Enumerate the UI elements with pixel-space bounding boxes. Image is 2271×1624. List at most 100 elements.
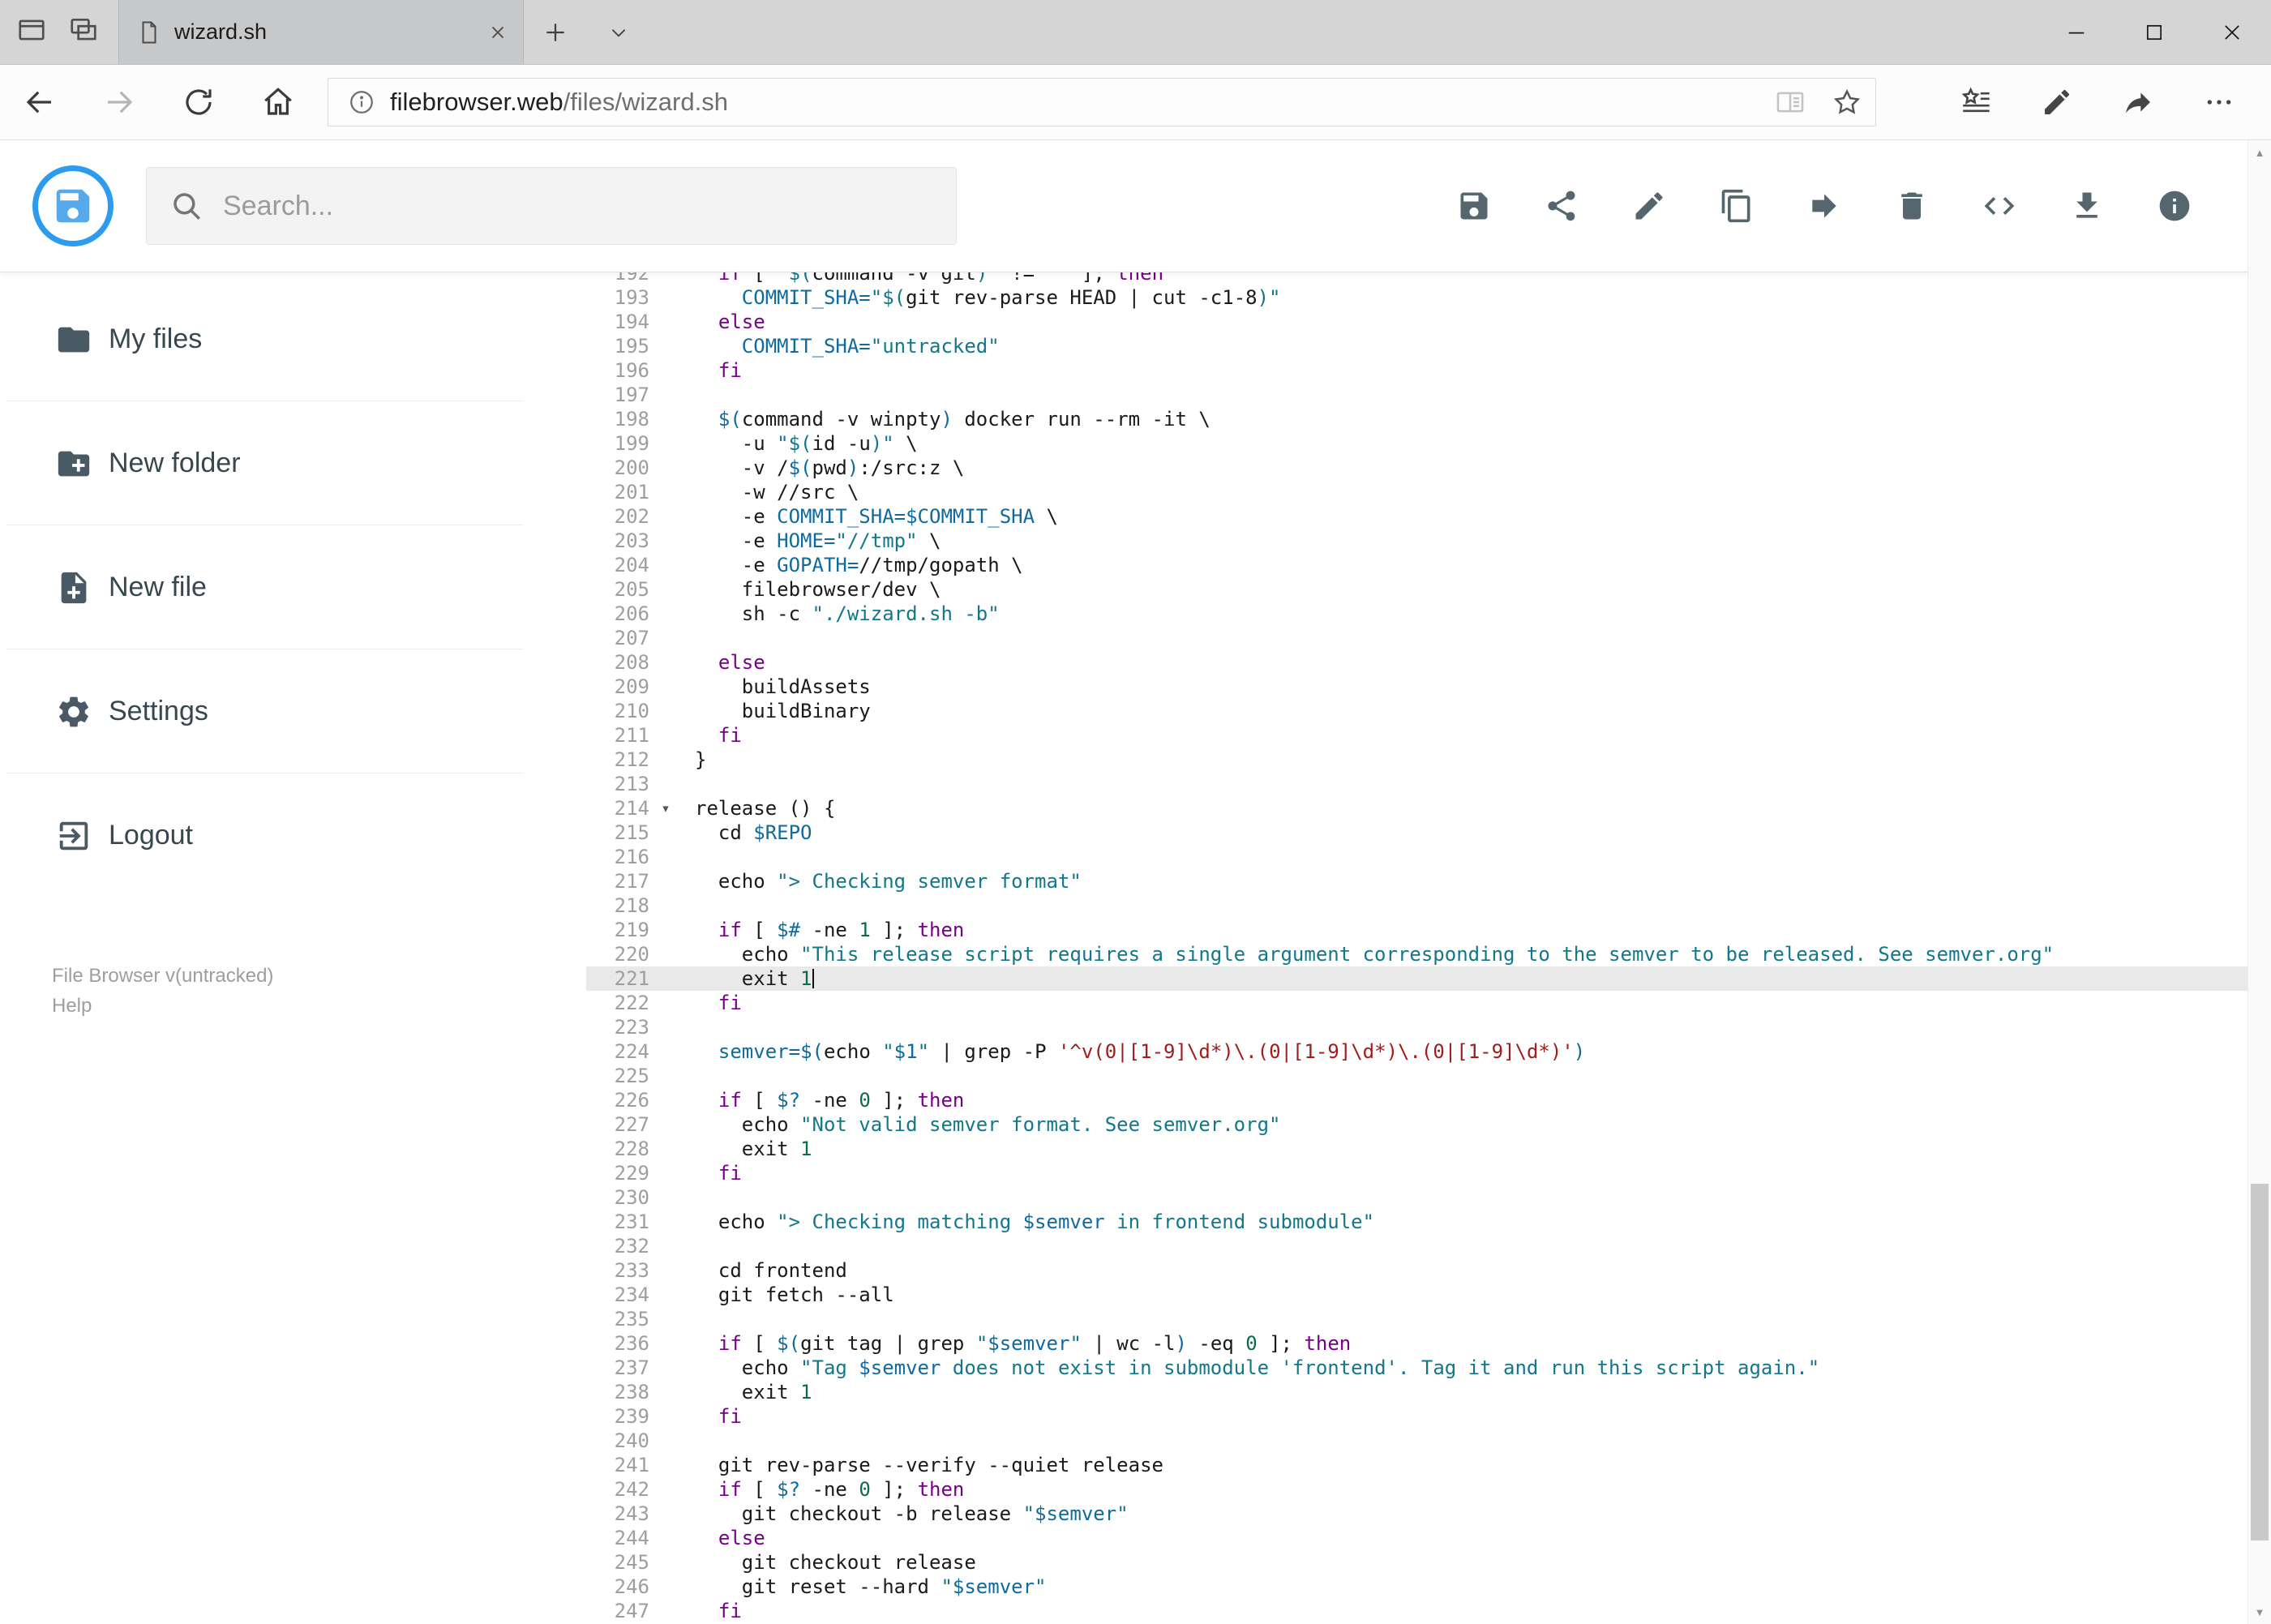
code-line[interactable]: 247 fi — [586, 1599, 2271, 1623]
close-window-button[interactable] — [2193, 0, 2271, 64]
code-line[interactable]: 219 if [ $# -ne 1 ]; then — [586, 918, 2271, 942]
fold-marker-icon[interactable]: ▾ — [654, 796, 677, 821]
new-tab-button[interactable] — [524, 0, 587, 64]
code-line[interactable]: 233 cd frontend — [586, 1258, 2271, 1283]
code-line[interactable]: 206 sh -c "./wizard.sh -b" — [586, 602, 2271, 626]
code-line[interactable]: 213 — [586, 772, 2271, 796]
copy-button[interactable] — [1718, 187, 1755, 225]
code-line[interactable]: 238 exit 1 — [586, 1380, 2271, 1404]
code-line[interactable]: 223 — [586, 1015, 2271, 1039]
code-line[interactable]: 214 ▾ release () { — [586, 796, 2271, 821]
code-line[interactable]: 228 exit 1 — [586, 1137, 2271, 1161]
sidebar-item-logout[interactable]: Logout — [0, 773, 586, 898]
home-button[interactable] — [238, 65, 318, 140]
share-page-button[interactable] — [2097, 65, 2179, 140]
code-line[interactable]: 217 echo "> Checking semver format" — [586, 869, 2271, 893]
scroll-up-arrow-icon[interactable]: ▲ — [2248, 140, 2271, 165]
code-line[interactable]: 243 git checkout -b release "$semver" — [586, 1502, 2271, 1526]
hub-favorites-button[interactable] — [1935, 65, 2016, 140]
sidebar-item-new-file[interactable]: New file — [0, 525, 586, 649]
address-bar[interactable]: filebrowser.web/files/wizard.sh — [328, 78, 1876, 126]
delete-button[interactable] — [1893, 187, 1930, 225]
code-line[interactable]: 207 — [586, 626, 2271, 650]
code-line[interactable]: 242 if [ $? -ne 0 ]; then — [586, 1477, 2271, 1502]
refresh-button[interactable] — [159, 65, 238, 140]
code-line[interactable]: 222 fi — [586, 991, 2271, 1015]
code-line[interactable]: 202 -e COMMIT_SHA=$COMMIT_SHA \ — [586, 504, 2271, 529]
code-line[interactable]: 201 -w //src \ — [586, 480, 2271, 504]
code-line[interactable]: 229 fi — [586, 1161, 2271, 1185]
save-button[interactable] — [1455, 187, 1493, 225]
code-line[interactable]: 241 git rev-parse --verify --quiet relea… — [586, 1453, 2271, 1477]
code-line[interactable]: 209 buildAssets — [586, 675, 2271, 699]
edit-button[interactable] — [1630, 187, 1668, 225]
code-line[interactable]: 221 exit 1 — [586, 966, 2271, 991]
code-line[interactable]: 235 — [586, 1307, 2271, 1331]
forward-button[interactable] — [79, 65, 159, 140]
raw-code-button[interactable] — [1981, 187, 2018, 225]
back-button[interactable] — [0, 65, 79, 140]
favorite-star-icon[interactable] — [1832, 87, 1862, 118]
tabs-set-aside-icon[interactable] — [68, 15, 99, 49]
tab-close-icon[interactable] — [487, 22, 508, 43]
code-line[interactable]: 195 COMMIT_SHA="untracked" — [586, 334, 2271, 358]
code-line[interactable]: 204 -e GOPATH=//tmp/gopath \ — [586, 553, 2271, 577]
sidebar-item-new-folder[interactable]: New folder — [0, 401, 586, 525]
code-line[interactable]: 245 git checkout release — [586, 1550, 2271, 1575]
web-note-button[interactable] — [2016, 65, 2097, 140]
code-line[interactable]: 205 filebrowser/dev \ — [586, 577, 2271, 602]
tab-list-button[interactable] — [587, 0, 650, 64]
reading-view-icon[interactable] — [1775, 87, 1806, 118]
code-line[interactable]: 194 else — [586, 310, 2271, 334]
minimize-button[interactable] — [2037, 0, 2115, 64]
code-line[interactable]: 225 — [586, 1064, 2271, 1088]
vertical-scrollbar[interactable]: ▲ ▼ — [2247, 140, 2271, 1624]
code-line[interactable]: 224 semver=$(echo "$1" | grep -P '^v(0|[… — [586, 1039, 2271, 1064]
code-line[interactable]: 218 — [586, 893, 2271, 918]
code-line[interactable]: 200 -v /$(pwd):/src:z \ — [586, 456, 2271, 480]
info-button[interactable] — [2156, 187, 2193, 225]
sidebar-item-settings[interactable]: Settings — [0, 649, 586, 773]
code-line[interactable]: 197 — [586, 383, 2271, 407]
code-line[interactable]: 230 — [586, 1185, 2271, 1210]
code-line[interactable]: 244 else — [586, 1526, 2271, 1550]
code-line[interactable]: 199 -u "$(id -u)" \ — [586, 431, 2271, 456]
code-line[interactable]: 232 — [586, 1234, 2271, 1258]
code-line[interactable]: 220 echo "This release script requires a… — [586, 942, 2271, 966]
site-info-icon[interactable] — [348, 88, 375, 116]
sidebar-item-my-files[interactable]: My files — [0, 277, 586, 401]
code-line[interactable]: 234 git fetch --all — [586, 1283, 2271, 1307]
more-options-button[interactable] — [2179, 65, 2260, 140]
code-line[interactable]: 203 -e HOME="//tmp" \ — [586, 529, 2271, 553]
code-line[interactable]: 193 COMMIT_SHA="$(git rev-parse HEAD | c… — [586, 285, 2271, 310]
code-line[interactable]: 240 — [586, 1429, 2271, 1453]
code-line[interactable]: 215 cd $REPO — [586, 821, 2271, 845]
code-line[interactable]: 208 else — [586, 650, 2271, 675]
code-line-partial[interactable]: 192 if [ "$(command -v git)" != "" ]; th… — [586, 272, 2271, 285]
browser-tab[interactable]: wizard.sh — [118, 0, 524, 64]
share-file-button[interactable] — [1543, 187, 1580, 225]
code-line[interactable]: 211 fi — [586, 723, 2271, 748]
code-line[interactable]: 210 buildBinary — [586, 699, 2271, 723]
code-line[interactable]: 239 fi — [586, 1404, 2271, 1429]
filebrowser-logo[interactable] — [32, 165, 114, 246]
code-line[interactable]: 226 if [ $? -ne 0 ]; then — [586, 1088, 2271, 1112]
code-line[interactable]: 246 git reset --hard "$semver" — [586, 1575, 2271, 1599]
search-box[interactable] — [146, 167, 957, 245]
code-line[interactable]: 231 echo "> Checking matching $semver in… — [586, 1210, 2271, 1234]
code-line[interactable]: 237 echo "Tag $semver does not exist in … — [586, 1356, 2271, 1380]
move-button[interactable] — [1806, 187, 1843, 225]
code-line[interactable]: 212} — [586, 748, 2271, 772]
maximize-button[interactable] — [2115, 0, 2193, 64]
download-button[interactable] — [2068, 187, 2106, 225]
help-link[interactable]: Help — [52, 991, 586, 1021]
code-line[interactable]: 196 fi — [586, 358, 2271, 383]
scroll-down-arrow-icon[interactable]: ▼ — [2248, 1600, 2271, 1624]
code-line[interactable]: 227 echo "Not valid semver format. See s… — [586, 1112, 2271, 1137]
code-line[interactable]: 216 — [586, 845, 2271, 869]
search-input[interactable] — [223, 190, 933, 222]
code-line[interactable]: 198 $(command -v winpty) docker run --rm… — [586, 407, 2271, 431]
set-tabs-aside-icon[interactable] — [16, 15, 47, 49]
code-line[interactable]: 236 if [ $(git tag | grep "$semver" | wc… — [586, 1331, 2271, 1356]
scrollbar-thumb[interactable] — [2251, 1184, 2269, 1540]
